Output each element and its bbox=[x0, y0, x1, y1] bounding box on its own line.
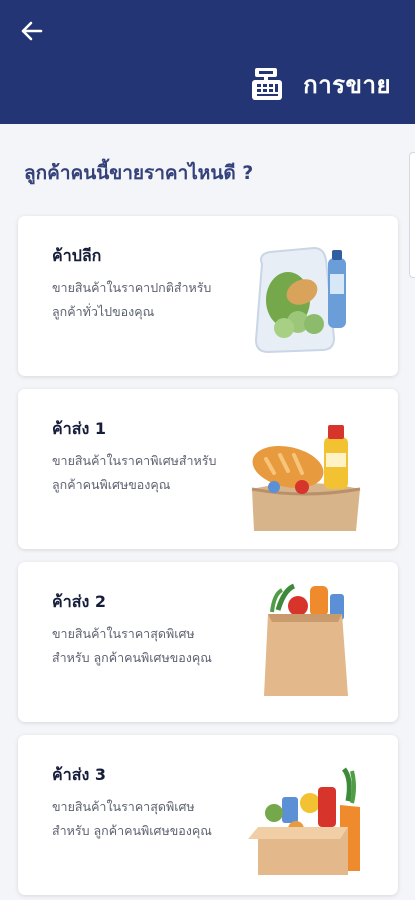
price-tier-list: ลูกค้าคนนี้ขายราคาไหนดี ? ค้าปลีก ขายสิน… bbox=[0, 124, 415, 900]
price-tier-card-wholesale-1[interactable]: ค้าส่ง 1 ขายสินค้าในราคาพิเศษสำหรับ ลูกค… bbox=[18, 389, 398, 549]
card-title: ค้าส่ง 1 bbox=[52, 419, 106, 438]
card-desc-line: สำหรับ ลูกค้าคนพิเศษของคุณ bbox=[52, 650, 212, 665]
paper-grocery-bag-illustration bbox=[264, 583, 348, 696]
card-desc-line: ขายสินค้าในราคาปกติสำหรับ bbox=[52, 280, 212, 295]
card-description: ขายสินค้าในราคาสุดพิเศษ สำหรับ ลูกค้าคนพ… bbox=[52, 795, 252, 843]
app-header: การขาย bbox=[0, 0, 415, 124]
card-desc-line: ขายสินค้าในราคาสุดพิเศษ bbox=[52, 626, 195, 641]
cash-register-icon bbox=[252, 68, 283, 100]
card-desc-line: ขายสินค้าในราคาสุดพิเศษ bbox=[52, 799, 195, 814]
card-title: ค้าส่ง 2 bbox=[52, 592, 106, 611]
card-desc-line: ลูกค้าคนพิเศษของคุณ bbox=[52, 477, 171, 492]
price-question-heading: ลูกค้าคนนี้ขายราคาไหนดี ? bbox=[24, 162, 254, 184]
card-desc-line: ลูกค้าทั่วไปของคุณ bbox=[52, 304, 155, 319]
price-tier-card-retail[interactable]: ค้าปลีก ขายสินค้าในราคาปกติสำหรับ ลูกค้า… bbox=[18, 216, 398, 376]
grocery-plastic-bag-illustration bbox=[254, 246, 346, 354]
grocery-box-illustration bbox=[248, 767, 360, 875]
card-title: ค้าส่ง 3 bbox=[52, 765, 106, 784]
price-tier-card-wholesale-3[interactable]: ค้าส่ง 3 ขายสินค้าในราคาสุดพิเศษ สำหรับ … bbox=[18, 735, 398, 895]
card-description: ขายสินค้าในราคาสุดพิเศษ สำหรับ ลูกค้าคนพ… bbox=[52, 622, 252, 670]
card-desc-line: ขายสินค้าในราคาพิเศษสำหรับ bbox=[52, 453, 217, 468]
card-description: ขายสินค้าในราคาปกติสำหรับ ลูกค้าทั่วไปขอ… bbox=[52, 276, 252, 324]
page-title: การขาย bbox=[303, 70, 391, 99]
scrollbar[interactable] bbox=[409, 152, 415, 278]
price-tier-card-wholesale-2[interactable]: ค้าส่ง 2 ขายสินค้าในราคาสุดพิเศษ สำหรับ … bbox=[18, 562, 398, 722]
card-title: ค้าปลีก bbox=[52, 246, 102, 265]
bread-bag-illustration bbox=[251, 425, 361, 531]
arrow-left-icon bbox=[21, 21, 43, 41]
card-description: ขายสินค้าในราคาพิเศษสำหรับ ลูกค้าคนพิเศษ… bbox=[52, 449, 252, 497]
card-desc-line: สำหรับ ลูกค้าคนพิเศษของคุณ bbox=[52, 823, 212, 838]
back-button[interactable] bbox=[14, 16, 50, 46]
